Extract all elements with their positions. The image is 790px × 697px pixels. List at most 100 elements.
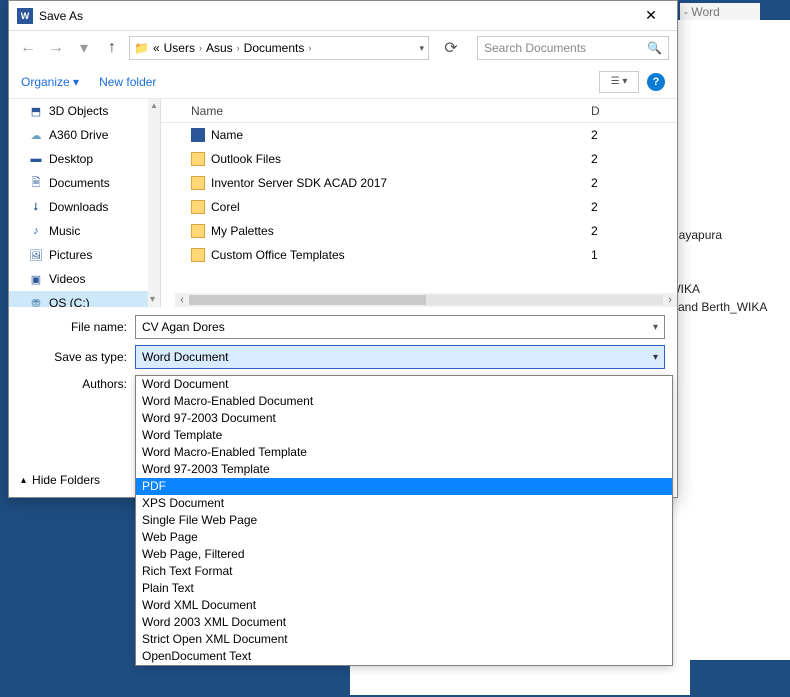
file-date: 2 xyxy=(591,200,677,214)
file-list-pane: Name D Name2Outlook Files2Inventor Serve… xyxy=(161,99,677,307)
file-row[interactable]: Custom Office Templates 1 xyxy=(161,243,677,267)
crumb-documents[interactable]: Documents xyxy=(244,41,305,55)
tree-item-label: 3D Objects xyxy=(49,104,108,118)
save-as-type-value: Word Document xyxy=(142,350,653,364)
folder-icon xyxy=(191,224,205,238)
tree-item-videos[interactable]: ▣ Videos xyxy=(9,267,160,291)
back-button[interactable]: ← xyxy=(17,37,39,59)
file-type-option[interactable]: Web Page xyxy=(136,529,672,546)
save-as-type-dropdown[interactable]: Word Document ▾ xyxy=(135,345,665,369)
file-type-option[interactable]: Word XML Document xyxy=(136,597,672,614)
file-row[interactable]: Name 2 xyxy=(161,123,677,147)
tree-item-3d-objects[interactable]: ⬒ 3D Objects xyxy=(9,99,160,123)
pictures-icon: 🖼 xyxy=(29,248,43,262)
file-date: 2 xyxy=(591,128,677,142)
search-icon: 🔍 xyxy=(647,41,662,55)
filename-value: CV Agan Dores xyxy=(142,320,653,334)
authors-label: Authors: xyxy=(21,375,127,391)
body-area: ⬒ 3D Objects ☁A360 Drive▬Desktop 🗎 Documents… xyxy=(9,99,677,307)
file-type-option[interactable]: PDF xyxy=(136,478,672,495)
word-title-suffix: - Word xyxy=(680,3,760,21)
dialog-title: Save As xyxy=(39,9,633,23)
file-type-option[interactable]: Rich Text Format xyxy=(136,563,672,580)
file-date: 1 xyxy=(591,248,677,262)
a360-drive-icon: ☁ xyxy=(29,128,43,142)
file-row[interactable]: Inventor Server SDK ACAD 2017 2 xyxy=(161,171,677,195)
column-name[interactable]: Name xyxy=(161,104,591,118)
file-type-option[interactable]: XPS Document xyxy=(136,495,672,512)
breadcrumb[interactable]: 📁 « Users› Asus› Documents› ▾ xyxy=(129,36,429,60)
file-row[interactable]: Corel 2 xyxy=(161,195,677,219)
chevron-down-icon[interactable]: ▾ xyxy=(653,352,658,363)
videos-icon: ▣ xyxy=(29,272,43,286)
crumb-asus[interactable]: Asus xyxy=(206,41,233,55)
help-button[interactable]: ? xyxy=(647,73,665,91)
tree-item-label: OS (C:) xyxy=(49,296,90,307)
hide-folders-toggle[interactable]: ▴ Hide Folders xyxy=(21,473,100,487)
file-type-option[interactable]: Word Document xyxy=(136,376,672,393)
organize-menu[interactable]: Organize ▾ xyxy=(21,75,79,89)
file-type-option[interactable]: Word 97-2003 Document xyxy=(136,410,672,427)
file-type-option[interactable]: Word Template xyxy=(136,427,672,444)
view-options-button[interactable]: ☰ ▾ xyxy=(599,71,639,93)
toolbar: Organize ▾ New folder ☰ ▾ ? xyxy=(9,65,677,99)
tree-item-music[interactable]: ♪ Music xyxy=(9,219,160,243)
tree-item-label: Documents xyxy=(49,176,110,190)
file-type-option[interactable]: Strict Open XML Document xyxy=(136,631,672,648)
chevron-down-icon[interactable]: ▾ xyxy=(653,322,658,333)
tree-item-downloads[interactable]: ⭣Downloads xyxy=(9,195,160,219)
file-type-option[interactable]: Web Page, Filtered xyxy=(136,546,672,563)
tree-item-documents[interactable]: 🗎 Documents xyxy=(9,171,160,195)
file-date: 2 xyxy=(591,152,677,166)
os-c--icon: ⛃ xyxy=(29,296,43,307)
file-type-option[interactable]: Word Macro-Enabled Document xyxy=(136,393,672,410)
search-input[interactable]: Search Documents 🔍 xyxy=(477,36,669,60)
filename-input[interactable]: CV Agan Dores ▾ xyxy=(135,315,665,339)
file-name: Outlook Files xyxy=(211,152,281,166)
file-type-option[interactable]: OpenDocument Text xyxy=(136,648,672,665)
tree-item-desktop[interactable]: ▬Desktop xyxy=(9,147,160,171)
tree-item-label: Music xyxy=(49,224,80,238)
close-icon: ✕ xyxy=(645,7,657,24)
3d-objects-icon: ⬒ xyxy=(29,104,43,118)
tree-item-label: Videos xyxy=(49,272,85,286)
tree-item-a360-drive[interactable]: ☁A360 Drive xyxy=(9,123,160,147)
file-row[interactable]: Outlook Files 2 xyxy=(161,147,677,171)
close-button[interactable]: ✕ xyxy=(633,2,669,30)
chevron-up-icon: ▴ xyxy=(21,475,26,486)
recent-dropdown[interactable]: ▾ xyxy=(73,37,95,59)
file-type-option[interactable]: Plain Text xyxy=(136,580,672,597)
file-date: 2 xyxy=(591,224,677,238)
file-list-header: Name D xyxy=(161,99,677,123)
file-list-hscroll[interactable] xyxy=(175,293,677,307)
documents-icon: 🗎 xyxy=(29,176,43,190)
search-placeholder: Search Documents xyxy=(484,41,647,55)
music-icon: ♪ xyxy=(29,224,43,238)
file-name: My Palettes xyxy=(211,224,274,238)
column-date[interactable]: D xyxy=(591,104,677,118)
file-date: 2 xyxy=(591,176,677,190)
new-folder-button[interactable]: New folder xyxy=(99,75,156,89)
tree-item-os-c-[interactable]: ⛃ OS (C:) xyxy=(9,291,160,307)
save-as-type-list[interactable]: Word DocumentWord Macro-Enabled Document… xyxy=(135,375,673,666)
file-type-option[interactable]: Word Macro-Enabled Template xyxy=(136,444,672,461)
tree-scrollbar[interactable] xyxy=(148,99,160,307)
forward-button[interactable]: → xyxy=(45,37,67,59)
folder-tree: ⬒ 3D Objects ☁A360 Drive▬Desktop 🗎 Documents… xyxy=(9,99,161,307)
crumb-users[interactable]: Users xyxy=(164,41,195,55)
chevron-down-icon[interactable]: ▾ xyxy=(419,43,424,54)
file-name: Corel xyxy=(211,200,240,214)
titlebar: W Save As ✕ xyxy=(9,1,677,31)
file-name: Name xyxy=(211,128,243,142)
file-row[interactable]: My Palettes 2 xyxy=(161,219,677,243)
file-name: Inventor Server SDK ACAD 2017 xyxy=(211,176,387,190)
file-name: Custom Office Templates xyxy=(211,248,345,262)
tree-item-pictures[interactable]: 🖼Pictures xyxy=(9,243,160,267)
file-type-option[interactable]: Word 2003 XML Document xyxy=(136,614,672,631)
folder-icon xyxy=(191,248,205,262)
save-as-type-label: Save as type: xyxy=(21,350,127,364)
refresh-button[interactable]: ⟳ xyxy=(439,36,463,60)
file-type-option[interactable]: Word 97-2003 Template xyxy=(136,461,672,478)
file-type-option[interactable]: Single File Web Page xyxy=(136,512,672,529)
up-button[interactable]: ↑ xyxy=(101,37,123,59)
